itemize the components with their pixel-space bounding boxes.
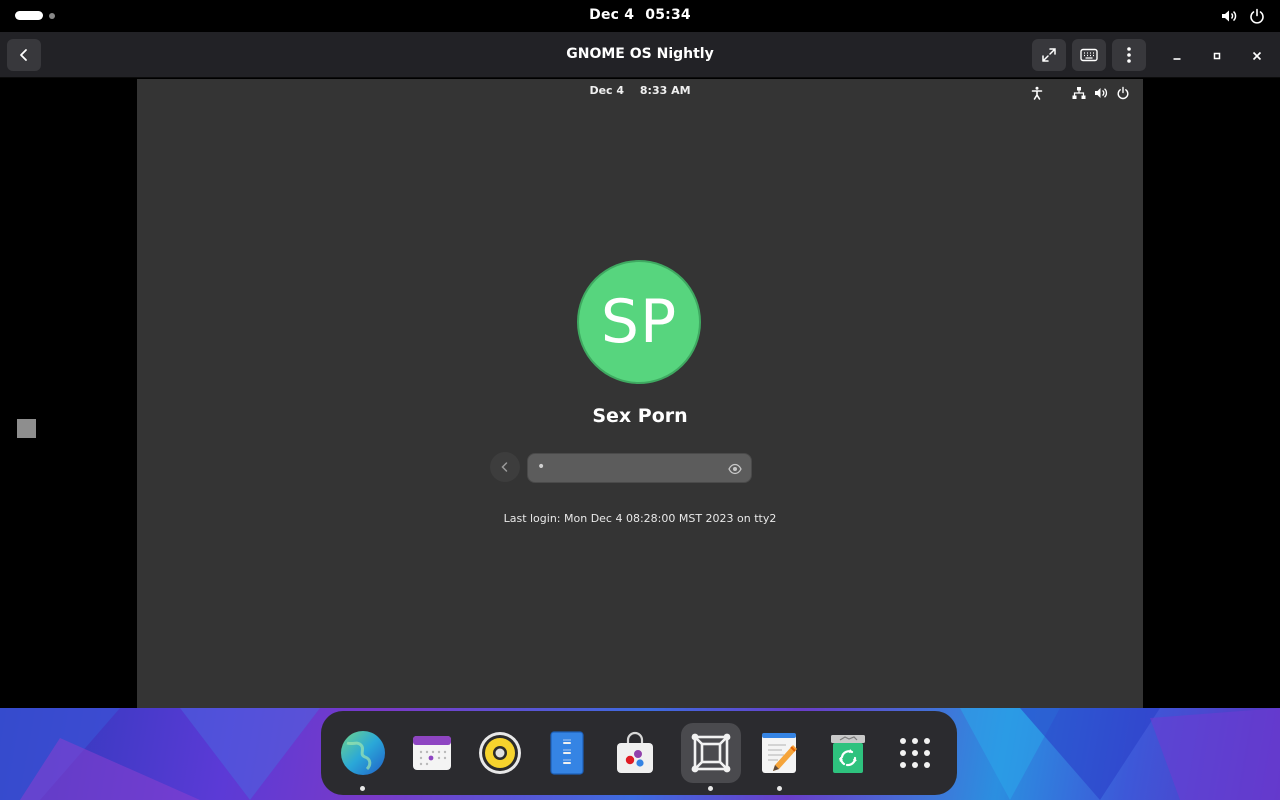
dock-item-rhythmbox[interactable] (470, 723, 530, 783)
fullscreen-button[interactable] (1032, 39, 1066, 71)
running-indicator (777, 786, 782, 791)
dock-item-web-browser[interactable] (333, 723, 393, 791)
password-value: • (537, 459, 546, 475)
login-back-button[interactable] (490, 452, 520, 482)
keyboard-icon (1080, 48, 1098, 62)
vm-display[interactable]: Dec 4 8:33 AM SP Sex Porn • Last login: … (137, 79, 1143, 708)
avatar-initials: SP (600, 287, 678, 357)
dock-item-boxes[interactable] (681, 723, 741, 791)
more-vertical-icon (1127, 47, 1131, 63)
chevron-left-icon (501, 462, 508, 472)
host-date: Dec 4 (589, 7, 635, 23)
shopping-bag-icon (617, 731, 653, 773)
menu-button[interactable] (1112, 39, 1146, 71)
vm-time: 8:33 AM (639, 84, 691, 97)
display-placeholder (17, 419, 36, 438)
reveal-password-icon[interactable] (728, 461, 742, 480)
keyboard-button[interactable] (1072, 39, 1106, 71)
power-icon (1248, 7, 1266, 29)
boxes-icon (691, 733, 731, 773)
dock-item-calendar[interactable] (402, 723, 462, 783)
minimize-button[interactable] (1165, 44, 1189, 68)
last-login-text: Last login: Mon Dec 4 08:28:00 MST 2023 … (503, 512, 777, 525)
recycle-icon (831, 735, 865, 773)
vm-volume-icon[interactable] (1094, 85, 1108, 104)
close-button[interactable] (1245, 44, 1269, 68)
user-avatar: SP (577, 260, 701, 384)
dock (321, 711, 957, 795)
accessibility-icon[interactable] (1030, 85, 1044, 104)
system-tray[interactable] (1220, 7, 1266, 29)
calendar-icon (413, 736, 451, 770)
maximize-icon (1213, 52, 1221, 60)
maximize-button[interactable] (1205, 44, 1229, 68)
vm-clock[interactable]: Dec 4 8:33 AM (137, 84, 1143, 97)
dock-item-trash[interactable] (818, 723, 878, 783)
running-indicator (708, 786, 713, 791)
host-time: 05:34 (645, 7, 691, 23)
speaker-icon (479, 732, 521, 774)
network-icon[interactable] (1072, 85, 1086, 104)
window-header-bar: GNOME OS Nightly (0, 32, 1280, 78)
close-icon (1252, 51, 1262, 61)
host-top-bar: Dec 4 05:34 (0, 0, 1280, 32)
volume-icon (1220, 7, 1238, 29)
file-cabinet-icon (550, 731, 584, 775)
vm-power-icon[interactable] (1116, 85, 1130, 104)
vm-date: Dec 4 (589, 84, 625, 97)
host-clock[interactable]: Dec 4 05:34 (0, 7, 1280, 23)
dock-item-files[interactable] (537, 723, 597, 783)
dock-item-app-grid[interactable] (885, 723, 945, 783)
text-editor-icon (762, 733, 797, 773)
password-input[interactable]: • (527, 453, 752, 483)
app-grid-icon (900, 738, 930, 768)
user-name: Sex Porn (592, 405, 688, 427)
running-indicator (360, 786, 365, 791)
fullscreen-icon (1042, 48, 1056, 62)
dock-item-text-editor[interactable] (750, 723, 810, 791)
globe-icon (341, 731, 385, 775)
minimize-icon (1173, 58, 1181, 60)
dock-item-software[interactable] (605, 723, 665, 783)
